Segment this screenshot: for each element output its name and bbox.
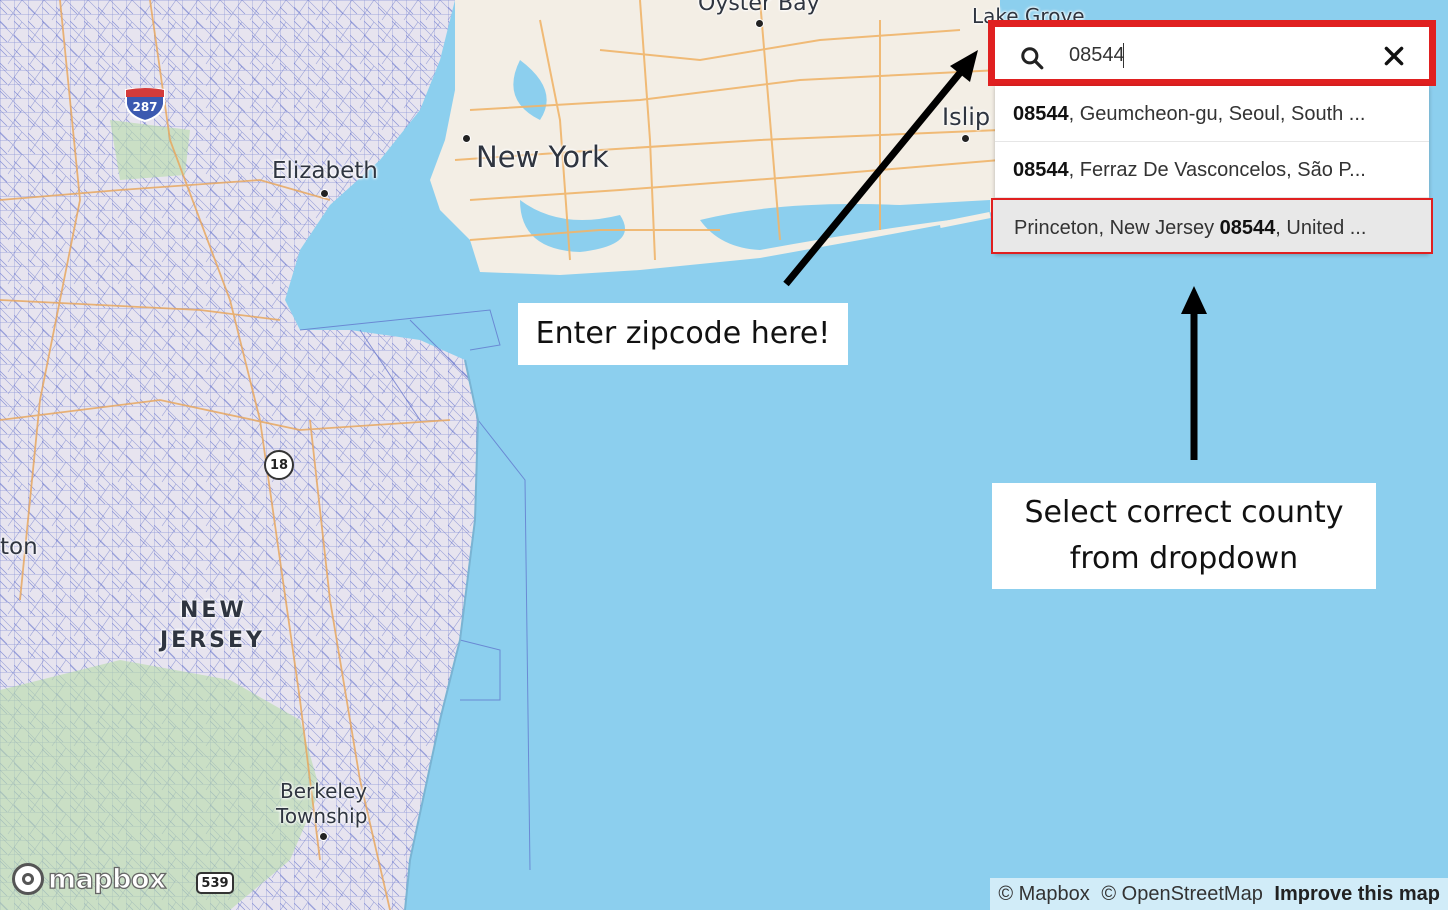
- text-cursor: [1123, 43, 1124, 68]
- label-elizabeth: Elizabeth: [272, 158, 378, 184]
- improve-map-link[interactable]: Improve this map: [1274, 883, 1440, 905]
- city-dot: [320, 189, 329, 198]
- callout-select-county: Select correct county from dropdown: [992, 483, 1376, 589]
- search-box[interactable]: [988, 20, 1436, 86]
- interstate-number: 287: [132, 100, 158, 114]
- attribution: © Mapbox © OpenStreetMap Improve this ma…: [990, 878, 1448, 910]
- label-ton: ton: [0, 534, 38, 560]
- callout-line: Select correct county: [1024, 495, 1344, 530]
- close-icon: [1384, 46, 1404, 66]
- city-dot: [961, 134, 970, 143]
- clear-button[interactable]: [1381, 43, 1407, 69]
- suggestion-match: 08544: [1013, 159, 1069, 181]
- label-jersey: JERSEY: [160, 628, 265, 653]
- search-input[interactable]: [1067, 37, 1371, 73]
- city-dot: [319, 832, 328, 841]
- label-township: Township: [276, 804, 368, 828]
- label-new-york: New York: [476, 140, 609, 174]
- suggestion-item[interactable]: 08544, Geumcheon-gu, Seoul, South ...: [995, 86, 1429, 142]
- city-dot: [462, 134, 471, 143]
- search-icon: [1021, 47, 1044, 70]
- mapbox-logo-text: mapbox: [47, 863, 167, 895]
- geocoder: 08544, Geumcheon-gu, Seoul, South ... 08…: [988, 20, 1436, 254]
- attribution-mapbox-link[interactable]: © Mapbox: [998, 883, 1089, 905]
- mapbox-logo[interactable]: mapbox: [12, 860, 167, 898]
- attribution-osm-link[interactable]: © OpenStreetMap: [1101, 883, 1262, 905]
- callout-enter-zip: Enter zipcode here!: [518, 303, 848, 365]
- county-route-shield: 539: [196, 872, 234, 894]
- city-dot: [755, 19, 764, 28]
- suggestion-list: 08544, Geumcheon-gu, Seoul, South ... 08…: [991, 86, 1433, 254]
- label-berkeley: Berkeley: [280, 779, 368, 803]
- label-islip: Islip: [942, 103, 991, 131]
- interstate-shield: 287: [124, 87, 166, 123]
- label-oyster-bay: Oyster Bay: [698, 0, 820, 16]
- mapbox-logo-icon: [12, 863, 44, 895]
- suggestion-item[interactable]: 08544, Ferraz De Vasconcelos, São P...: [995, 142, 1429, 198]
- callout-line: from dropdown: [1069, 541, 1299, 576]
- state-route-shield: 18: [264, 450, 294, 480]
- suggestion-item-selected[interactable]: Princeton, New Jersey 08544, United ...: [991, 198, 1433, 254]
- suggestion-match: 08544: [1219, 217, 1276, 239]
- label-new: NEW: [180, 598, 247, 623]
- suggestion-match: 08544: [1013, 103, 1069, 125]
